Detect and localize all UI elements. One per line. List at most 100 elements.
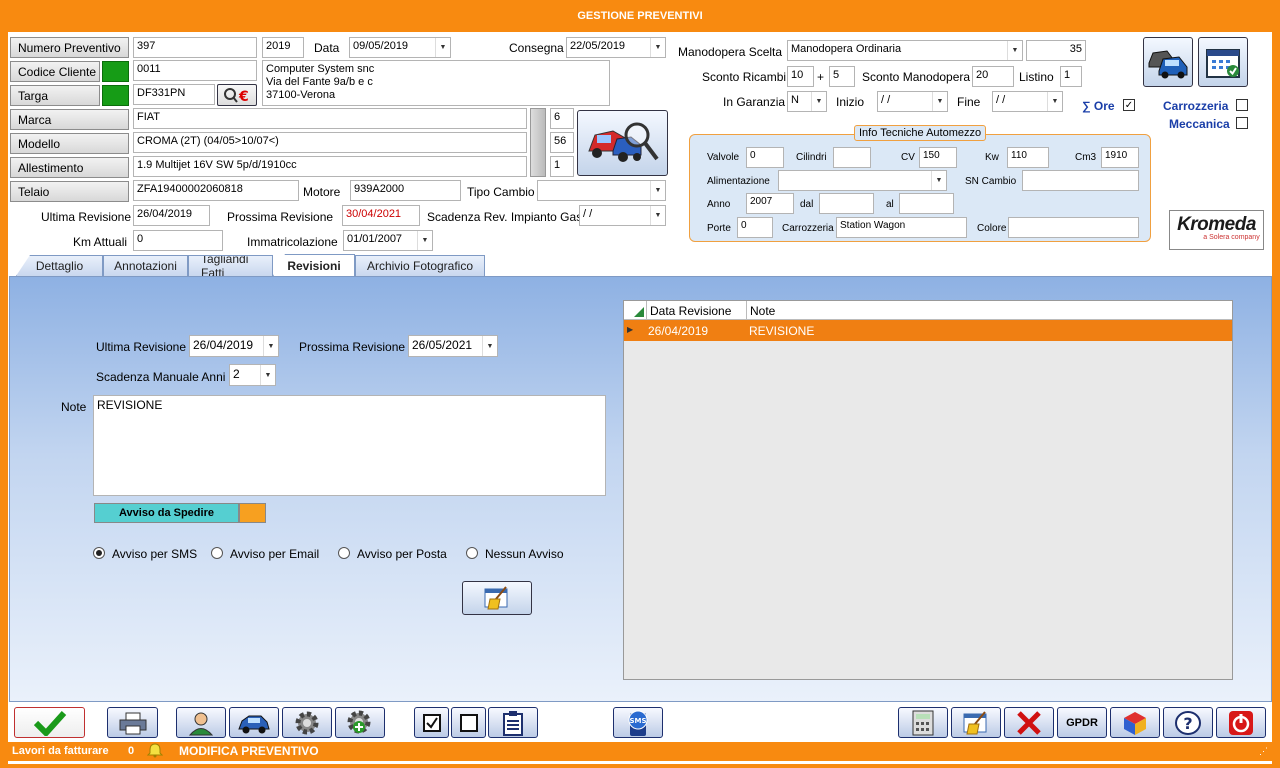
modello-button[interactable]: Modello <box>10 133 129 154</box>
prossima-revisione-field[interactable]: 30/04/2021 <box>342 205 420 226</box>
resize-grip-icon[interactable]: ⋰ <box>1259 746 1268 757</box>
cv-field[interactable]: 150 <box>919 147 957 168</box>
consegna-field[interactable]: 22/05/2019 ▼ <box>566 37 666 58</box>
chevron-down-icon[interactable]: ▼ <box>931 171 946 190</box>
chevron-down-icon[interactable]: ▼ <box>435 38 450 57</box>
chevron-down-icon[interactable]: ▼ <box>650 181 665 200</box>
garanzia-select[interactable]: N ▼ <box>787 91 827 112</box>
porte-field[interactable]: 0 <box>737 217 773 238</box>
fine-field[interactable]: / / ▼ <box>992 91 1063 112</box>
telaio-button[interactable]: Telaio <box>10 181 129 202</box>
confirm-button[interactable] <box>14 707 85 738</box>
numero-preventivo-button[interactable]: Numero Preventivo <box>10 37 129 58</box>
dal-field[interactable] <box>819 193 874 214</box>
codice-cliente-field[interactable]: 0011 <box>133 60 257 81</box>
targa-button[interactable]: Targa <box>10 85 100 106</box>
manodopera-select[interactable]: Manodopera Ordinaria ▼ <box>787 40 1023 61</box>
radio-nessun-avviso[interactable] <box>466 547 478 559</box>
marca-button[interactable]: Marca <box>10 109 129 130</box>
inizio-field[interactable]: / / ▼ <box>877 91 948 112</box>
modello-field[interactable]: CROMA (2T) (04/05>10/07<) <box>133 132 527 153</box>
checklist-button[interactable] <box>488 707 538 738</box>
rev-ultima-field[interactable]: 26/04/2019 ▼ <box>189 335 279 357</box>
table-row[interactable] <box>624 320 1232 341</box>
sconto-ricambi-2[interactable]: 5 <box>829 66 855 87</box>
ore-checkbox[interactable]: ✓ <box>1123 99 1135 111</box>
price-search-icon[interactable]: € <box>217 84 257 106</box>
vehicle-search-button[interactable] <box>577 110 668 176</box>
tab-tagliandi[interactable]: Tagliandi Fatti <box>188 255 273 276</box>
sconto-ricambi-1[interactable]: 10 <box>787 66 814 87</box>
motore-field[interactable]: 939A2000 <box>350 180 461 201</box>
cm3-field[interactable]: 1910 <box>1101 147 1139 168</box>
meccanica-checkbox[interactable] <box>1236 117 1248 129</box>
carrozzeria-checkbox[interactable] <box>1236 99 1248 111</box>
gpdr-button[interactable]: GPDR <box>1057 707 1107 738</box>
exit-button[interactable] <box>1216 707 1266 738</box>
grid-col-note[interactable]: Note <box>750 304 775 318</box>
clear-revisione-button[interactable] <box>462 581 532 615</box>
note-textarea[interactable]: REVISIONE <box>93 395 606 496</box>
allestimento-field[interactable]: 1.9 Multijet 16V SW 5p/d/1910cc <box>133 156 527 177</box>
scadenza-anni-select[interactable]: 2 ▼ <box>229 364 276 386</box>
calculator-button[interactable] <box>898 707 948 738</box>
immatricolazione-field[interactable]: 01/01/2007 ▼ <box>343 230 433 251</box>
data-field[interactable]: 09/05/2019 ▼ <box>349 37 451 58</box>
manodopera-amount[interactable]: 35 <box>1026 40 1086 61</box>
cilindri-field[interactable] <box>833 147 871 168</box>
ultima-revisione-field[interactable]: 26/04/2019 <box>133 205 210 226</box>
kromeda-logo[interactable]: Kromeda a Solera company <box>1169 210 1264 250</box>
modules-button[interactable] <box>1110 707 1160 738</box>
tab-revisioni[interactable]: Revisioni <box>273 254 355 276</box>
tab-annotazioni[interactable]: Annotazioni <box>103 255 188 276</box>
chevron-down-icon[interactable]: ▼ <box>260 365 275 385</box>
chevron-down-icon[interactable]: ▼ <box>1007 41 1022 60</box>
radio-avviso-email[interactable] <box>211 547 223 559</box>
chevron-down-icon[interactable]: ▼ <box>650 38 665 57</box>
settings-button[interactable] <box>282 707 332 738</box>
tipo-cambio-select[interactable]: ▼ <box>537 180 666 201</box>
clear-form-button[interactable] <box>951 707 1001 738</box>
radio-avviso-posta[interactable] <box>338 547 350 559</box>
chevron-down-icon[interactable]: ▼ <box>417 231 432 250</box>
cliente-button[interactable] <box>176 707 226 738</box>
tab-dettaglio[interactable]: Dettaglio <box>16 255 103 276</box>
vehicles-button[interactable] <box>1143 37 1193 87</box>
carrozzeria-field[interactable]: Station Wagon <box>836 217 967 238</box>
uncheck-all-button[interactable] <box>451 707 486 738</box>
add-settings-button[interactable] <box>335 707 385 738</box>
al-field[interactable] <box>899 193 954 214</box>
scadenza-gas-field[interactable]: / / ▼ <box>579 205 666 226</box>
allestimento-button[interactable]: Allestimento <box>10 157 129 178</box>
help-button[interactable]: ? <box>1163 707 1213 738</box>
chevron-down-icon[interactable]: ▼ <box>811 92 826 111</box>
listino-field[interactable]: 1 <box>1060 66 1082 87</box>
chevron-down-icon[interactable]: ▼ <box>932 92 947 111</box>
sconto-manodopera-field[interactable]: 20 <box>972 66 1014 87</box>
radio-avviso-sms[interactable] <box>93 547 105 559</box>
km-attuali-field[interactable]: 0 <box>133 230 223 251</box>
tab-archivio-fotografico[interactable]: Archivio Fotografico <box>355 255 485 276</box>
sms-button[interactable]: SMS <box>613 707 663 738</box>
chevron-down-icon[interactable]: ▼ <box>482 336 497 356</box>
alimentazione-select[interactable]: ▼ <box>778 170 947 191</box>
chevron-down-icon[interactable]: ▼ <box>650 206 665 225</box>
anno-field[interactable]: 2007 <box>746 193 794 214</box>
print-button[interactable] <box>107 707 158 738</box>
vehicle-scrollbar[interactable] <box>530 108 546 177</box>
anno-preventivo-field[interactable]: 2019 <box>262 37 304 58</box>
targa-field[interactable]: DF331PN <box>133 84 215 105</box>
delete-button[interactable] <box>1004 707 1054 738</box>
valvole-field[interactable]: 0 <box>746 147 784 168</box>
colore-field[interactable] <box>1008 217 1139 238</box>
grid-col-data[interactable]: Data Revisione <box>650 304 731 318</box>
calendar-button[interactable] <box>1198 37 1248 87</box>
codice-cliente-button[interactable]: Codice Cliente <box>10 61 100 82</box>
chevron-down-icon[interactable]: ▼ <box>263 336 278 356</box>
vehicle-button[interactable] <box>229 707 279 738</box>
avviso-color-indicator[interactable] <box>239 503 266 523</box>
sn-cambio-field[interactable] <box>1022 170 1139 191</box>
telaio-field[interactable]: ZFA19400002060818 <box>133 180 299 201</box>
numero-preventivo-field[interactable]: 397 <box>133 37 257 58</box>
check-all-button[interactable] <box>414 707 449 738</box>
